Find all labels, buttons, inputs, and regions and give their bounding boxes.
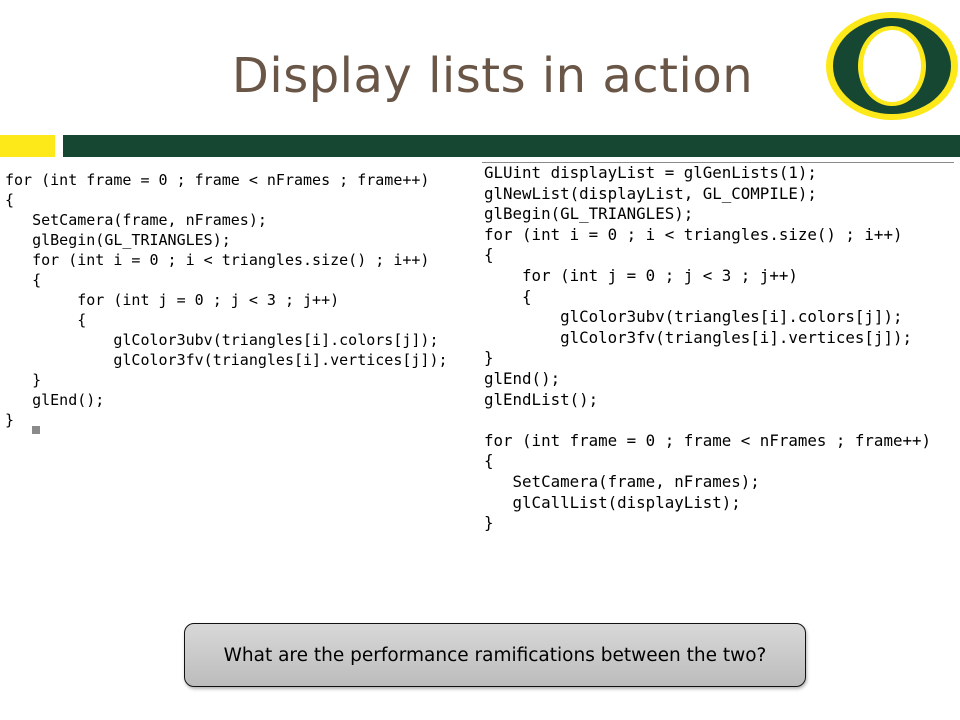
accent-yellow-block <box>0 135 55 157</box>
code-line: glNewList(displayList, GL_COMPILE); <box>484 183 817 203</box>
code-line: glCallList(displayList); <box>484 492 741 512</box>
code-line: for (int frame = 0 ; frame < nFrames ; f… <box>484 430 931 450</box>
code-line: glColor3ubv(triangles[i].colors[j]); <box>484 307 903 327</box>
university-of-oregon-logo <box>826 12 958 120</box>
slide-title: Display lists in action <box>231 48 754 104</box>
logo-counter <box>863 30 921 102</box>
code-line: } <box>5 371 42 389</box>
code-line: glColor3ubv(triangles[i].colors[j]); <box>5 331 439 349</box>
code-line: glColor3fv(triangles[i].vertices[j]); <box>5 351 448 369</box>
code-block-display-list: GLUint displayList = glGenLists(1); glNew… <box>484 163 931 534</box>
code-line: { <box>484 451 494 471</box>
code-line: glEndList(); <box>484 389 599 409</box>
code-line: GLUint displayList = glGenLists(1); <box>484 163 817 182</box>
code-line: { <box>484 245 494 265</box>
code-line: } <box>484 348 494 368</box>
code-line: { <box>5 191 15 209</box>
question-text: What are the performance ramifications b… <box>223 644 767 666</box>
code-line: SetCamera(frame, nFrames); <box>5 211 267 229</box>
question-callout: What are the performance ramifications b… <box>184 623 806 687</box>
code-line: { <box>5 271 42 289</box>
code-line: glBegin(GL_TRIANGLES); <box>484 204 694 224</box>
code-line: glColor3fv(triangles[i].vertices[j]); <box>484 327 912 347</box>
code-line: for (int frame = 0 ; frame < nFrames ; f… <box>5 171 430 189</box>
code-line: for (int i = 0 ; i < triangles.size() ; … <box>484 224 903 244</box>
code-line: for (int j = 0 ; j < 3 ; j++) <box>5 291 340 309</box>
code-line: SetCamera(frame, nFrames); <box>484 471 760 491</box>
code-line: } <box>484 513 494 533</box>
code-line: { <box>484 286 532 306</box>
code-block-immediate-mode: for (int frame = 0 ; frame < nFrames ; f… <box>5 170 448 430</box>
code-line: glBegin(GL_TRIANGLES); <box>5 231 231 249</box>
bullet-icon <box>32 426 40 434</box>
accent-green-bar <box>63 135 960 157</box>
code-line: glEnd(); <box>484 368 561 388</box>
code-line: for (int j = 0 ; j < 3 ; j++) <box>484 265 798 285</box>
code-line: } <box>5 411 15 429</box>
code-line: glEnd(); <box>5 391 105 409</box>
code-line: for (int i = 0 ; i < triangles.size() ; … <box>5 251 430 269</box>
code-line: { <box>5 311 87 329</box>
